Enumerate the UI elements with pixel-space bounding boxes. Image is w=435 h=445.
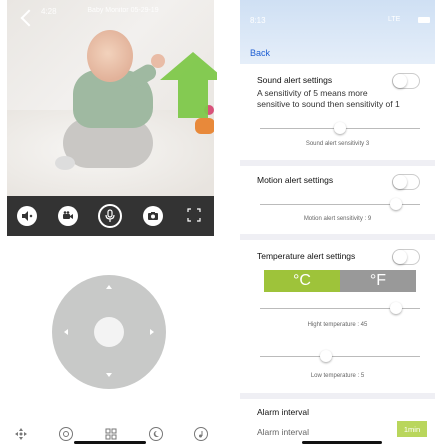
motion-alert-toggle[interactable] xyxy=(392,174,420,190)
toggle-knob xyxy=(393,175,407,189)
alarm-interval-button[interactable]: 1min xyxy=(397,421,427,437)
low-temperature-slider[interactable] xyxy=(260,356,420,357)
moon-icon xyxy=(153,430,159,437)
night-mode-tab-icon[interactable] xyxy=(149,427,163,441)
home-indicator xyxy=(302,441,382,444)
joystick-up-arrow-icon[interactable] xyxy=(106,285,112,289)
move-arrows-icon xyxy=(15,428,27,440)
fullscreen-button[interactable] xyxy=(184,207,204,225)
pan-tilt-joystick[interactable] xyxy=(52,275,166,389)
app-screenshot: 4:28 Baby Monitor 05-29-19 8:13 LTE Back… xyxy=(0,0,435,445)
camera-control-bar xyxy=(7,196,214,236)
green-up-arrow-icon xyxy=(160,52,217,118)
camera-title: Baby Monitor 05-29-19 xyxy=(87,7,159,14)
record-video-button[interactable] xyxy=(57,206,78,226)
sound-alert-description-line1: A sensitivity of 5 means more xyxy=(257,88,368,98)
microphone-icon xyxy=(105,209,116,222)
fullscreen-icon xyxy=(187,207,201,222)
video-toy xyxy=(195,118,214,134)
video-baby-foot xyxy=(55,156,75,170)
grid-icon xyxy=(105,428,117,440)
motion-sensitivity-label: Motion alert sensitivity : 9 xyxy=(303,216,372,222)
sound-alert-title: Sound alert settings xyxy=(257,75,333,85)
alarm-interval-title: Alarm interval xyxy=(257,407,309,417)
celsius-button[interactable]: °C xyxy=(264,270,340,292)
back-button[interactable]: Back xyxy=(250,48,270,58)
low-temperature-thumb[interactable] xyxy=(320,350,332,362)
motion-alert-card: Motion alert settings Motion alert sensi… xyxy=(240,166,435,234)
lullaby-note-icon xyxy=(199,431,203,438)
temperature-alert-toggle[interactable] xyxy=(392,249,420,265)
settings-header: 8:13 LTE Back xyxy=(240,0,435,64)
temperature-unit-switch: °C °F xyxy=(264,270,416,292)
lullaby-tab-icon[interactable] xyxy=(194,427,208,441)
video-baby-head xyxy=(87,30,133,82)
snapshot-button[interactable] xyxy=(143,206,164,226)
bottom-tab-bar xyxy=(14,426,208,442)
motion-sensitivity-thumb[interactable] xyxy=(390,198,402,210)
music-note-icon xyxy=(63,431,69,437)
toggle-knob xyxy=(393,74,407,88)
camera-icon xyxy=(148,212,159,220)
joystick-left-arrow-icon[interactable] xyxy=(64,329,68,335)
status-time: 8:13 xyxy=(250,16,266,25)
sound-sensitivity-thumb[interactable] xyxy=(334,122,346,134)
video-status-time: 4:28 xyxy=(41,7,57,16)
fahrenheit-button[interactable]: °F xyxy=(340,270,416,292)
speaker-button[interactable] xyxy=(17,206,38,226)
joystick-center-button[interactable] xyxy=(94,317,124,347)
settings-grid-tab-icon[interactable] xyxy=(104,427,118,441)
battery-icon xyxy=(418,17,430,23)
joystick-down-arrow-icon[interactable] xyxy=(106,373,112,377)
speaker-icon xyxy=(22,211,33,221)
home-indicator xyxy=(74,441,146,444)
temperature-alert-title: Temperature alert settings xyxy=(257,251,356,261)
motion-alert-title: Motion alert settings xyxy=(257,175,334,185)
sound-sensitivity-label: Sound alert sensitivity 3 xyxy=(305,141,370,147)
low-temperature-label: Low temperature : 5 xyxy=(310,373,365,379)
camera-view-screen: 4:28 Baby Monitor 05-29-19 xyxy=(0,0,217,445)
high-temperature-thumb[interactable] xyxy=(390,302,402,314)
sound-alert-toggle[interactable] xyxy=(392,73,420,89)
joystick-right-arrow-icon[interactable] xyxy=(150,329,154,335)
video-camera-icon xyxy=(62,211,73,219)
status-signal: LTE xyxy=(388,16,401,23)
pan-tilt-tab-icon[interactable] xyxy=(14,427,28,441)
back-chevron-icon[interactable] xyxy=(20,9,38,27)
alarm-interval-card: Alarm interval Alarm interval 1min xyxy=(240,399,435,445)
temperature-alert-card: Temperature alert settings °C °F Hight t… xyxy=(240,240,435,393)
talk-microphone-button[interactable] xyxy=(98,204,123,228)
toggle-knob xyxy=(393,250,407,264)
high-temperature-label: Hight temperature : 45 xyxy=(307,322,368,328)
sound-alert-description-line2: sensitive to sound then sensitivity of 1 xyxy=(257,99,400,109)
alert-settings-screen: 8:13 LTE Back Sound alert settings A sen… xyxy=(240,0,435,445)
sound-alert-card: Sound alert settings A sensitivity of 5 … xyxy=(240,64,435,160)
music-tab-icon[interactable] xyxy=(59,427,73,441)
video-top-bar: 4:28 Baby Monitor 05-29-19 xyxy=(7,0,214,34)
